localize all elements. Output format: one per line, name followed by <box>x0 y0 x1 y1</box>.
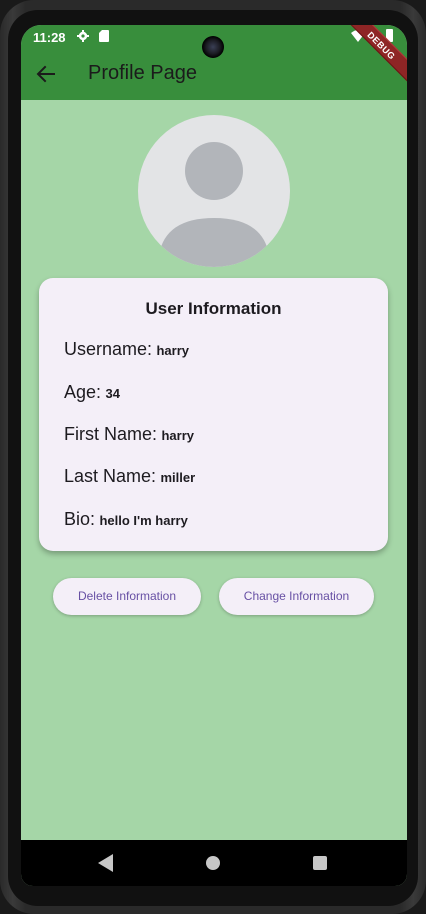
first-name-value: harry <box>161 428 194 443</box>
last-name-row: Last Name: miller <box>64 466 195 487</box>
arrow-left-icon[interactable] <box>35 63 57 85</box>
bio-label: Bio: <box>64 509 96 529</box>
user-information-card: User Information Username: harry Age: 34… <box>39 278 388 551</box>
sd-card-icon <box>99 30 109 42</box>
bio-value: hello I'm harry <box>99 513 188 528</box>
first-name-label: First Name: <box>64 424 158 444</box>
age-row: Age: 34 <box>64 382 120 403</box>
card-title: User Information <box>145 299 282 318</box>
last-name-value: miller <box>160 470 196 485</box>
front-camera <box>202 36 224 58</box>
age-value: 34 <box>105 386 120 401</box>
first-name-row: First Name: harry <box>64 424 194 445</box>
status-time: 11:28 <box>33 30 66 45</box>
gear-icon <box>77 30 89 42</box>
phone-frame: 11:28 DEBUG Profile Page User Informatio… <box>0 0 426 914</box>
username-row: Username: harry <box>64 339 189 360</box>
last-name-label: Last Name: <box>64 466 157 486</box>
system-nav-bar <box>21 840 407 886</box>
app-bar: 11:28 DEBUG Profile Page <box>21 25 407 100</box>
nav-home-icon[interactable] <box>206 856 220 870</box>
nav-recents-icon[interactable] <box>313 856 327 870</box>
change-information-button[interactable]: Change Information <box>219 578 374 615</box>
page-title: Profile Page <box>88 62 197 84</box>
person-icon <box>158 142 270 267</box>
screen: 11:28 DEBUG Profile Page User Informatio… <box>21 25 407 886</box>
username-value: harry <box>156 343 190 358</box>
age-label: Age: <box>64 382 102 402</box>
nav-back-icon[interactable] <box>98 854 114 872</box>
avatar <box>138 115 290 267</box>
bio-row: Bio: hello I'm harry <box>64 509 188 530</box>
delete-information-button[interactable]: Delete Information <box>53 578 201 615</box>
username-label: Username: <box>64 339 153 359</box>
